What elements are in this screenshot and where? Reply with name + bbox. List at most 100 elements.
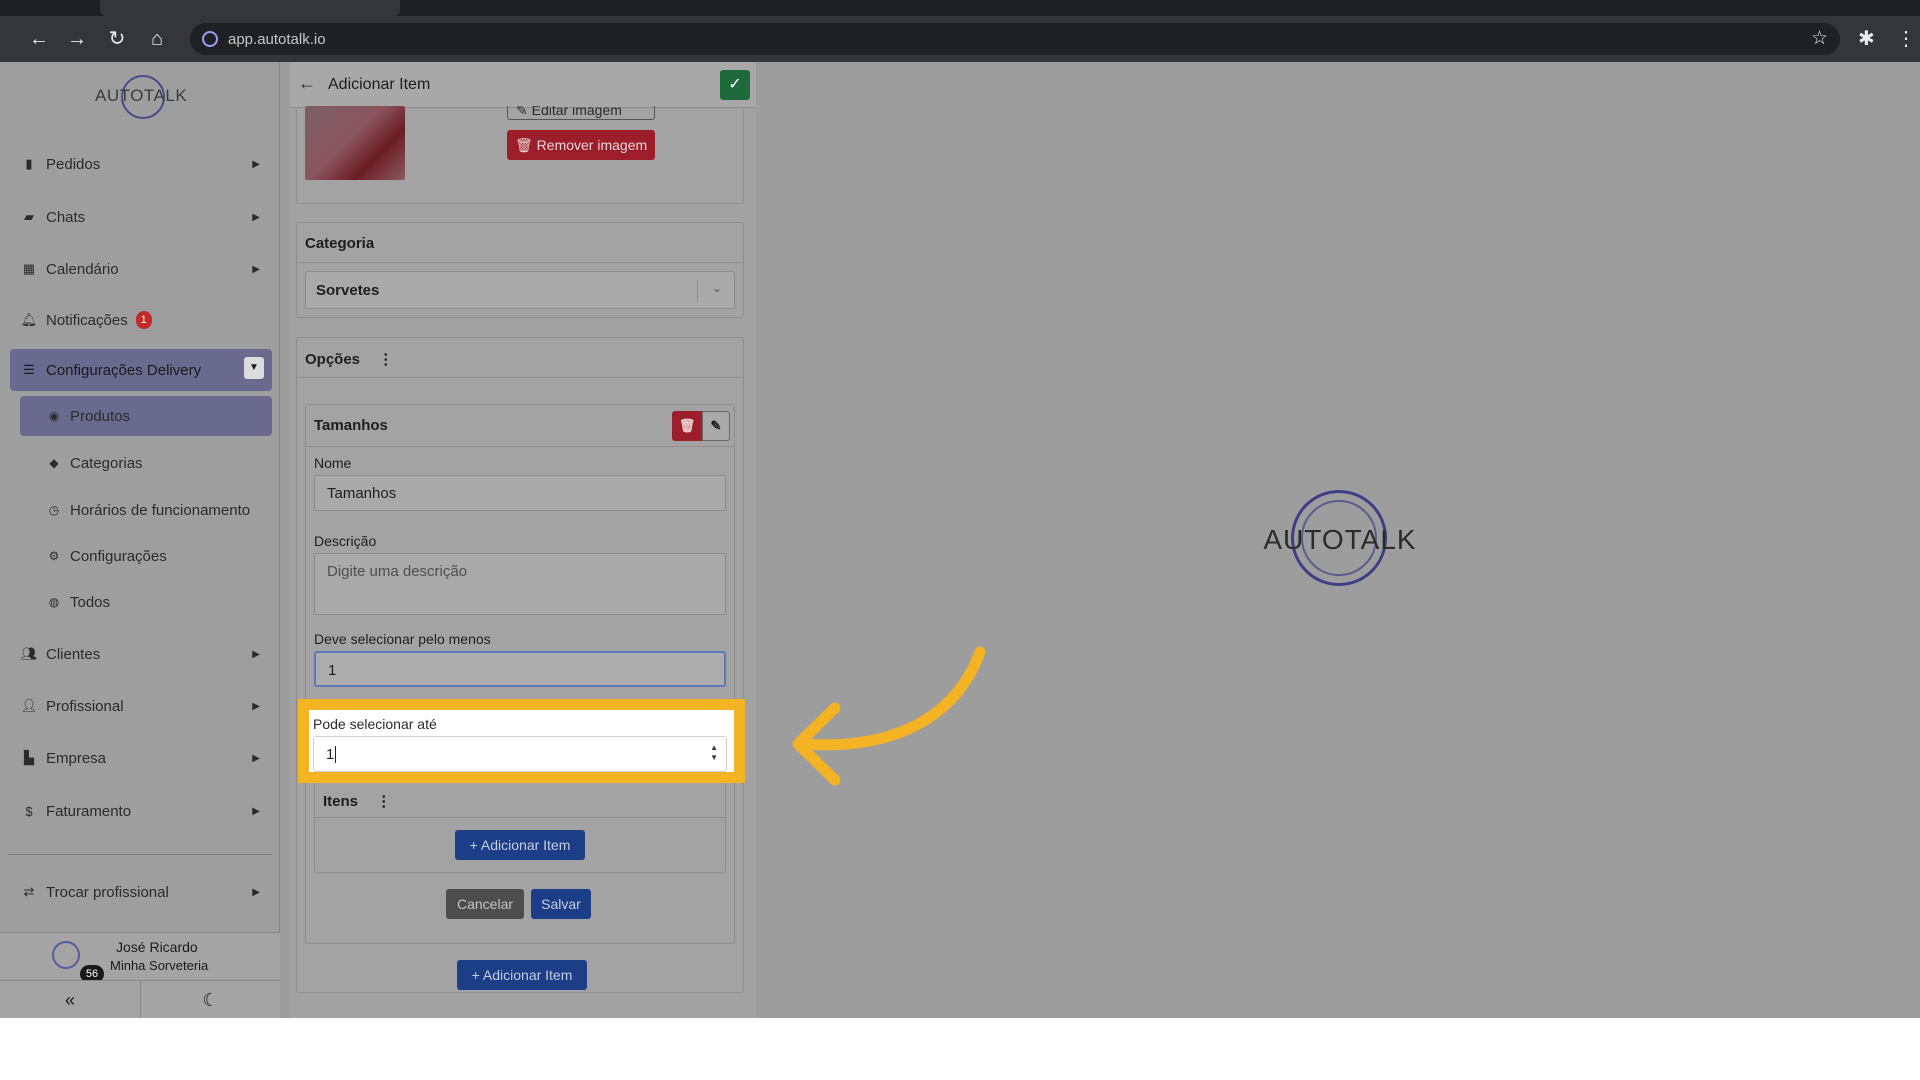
- max-select-input[interactable]: 1 ▲ ▼: [313, 736, 727, 772]
- option-group-card: Tamanhos 🗑︎ ✎ Nome Tamanhos Descrição Di…: [305, 404, 735, 944]
- chat-icon: ▰: [24, 209, 34, 224]
- extensions-icon[interactable]: ✱: [1858, 26, 1875, 51]
- browser-tab[interactable]: [100, 0, 400, 16]
- items-card: Itens ⋮ + Adicionar Item: [314, 781, 726, 873]
- avatar: 56: [42, 935, 104, 983]
- sidebar-subitem-label: Produtos: [70, 407, 131, 425]
- cancel-button[interactable]: Cancelar: [446, 889, 524, 919]
- trash-icon: 🗑︎: [515, 137, 533, 153]
- url-text: app.autotalk.io: [228, 31, 326, 48]
- description-label: Descrição: [314, 533, 377, 549]
- remove-image-button[interactable]: 🗑︎ Remover imagem: [507, 130, 655, 160]
- sidebar-item-label: Calendário: [46, 260, 119, 278]
- page-bottom-area: [0, 1018, 1920, 1080]
- caret-down-icon[interactable]: ▼: [244, 357, 264, 379]
- user-store: Minha Sorveteria: [110, 958, 209, 973]
- sidebar-item-label: Configurações Delivery: [46, 361, 202, 379]
- sidebar-footer: « ☾: [0, 980, 280, 1019]
- sidebar-item-trocar-profissional[interactable]: ⇄ Trocar profissional ▶: [10, 873, 272, 911]
- caret-right-icon: ▶: [252, 211, 260, 223]
- caret-right-icon: ▶: [252, 648, 260, 660]
- confirm-button[interactable]: ✓: [720, 70, 750, 100]
- sidebar-item-label: Trocar profissional: [46, 883, 169, 901]
- add-item-button[interactable]: + Adicionar Item: [457, 960, 587, 990]
- bell-icon: 🔔︎: [20, 312, 38, 327]
- items-menu-icon[interactable]: ⋮: [376, 792, 391, 810]
- add-item-panel: ← Adicionar Item ✓ ✎ Editar imagem 🗑︎ Re…: [290, 62, 756, 1018]
- sidebar-item-empresa[interactable]: ▙ Empresa ▶: [10, 739, 272, 777]
- min-select-label: Deve selecionar pelo menos: [314, 631, 491, 647]
- browser-tabstrip: [0, 0, 1920, 16]
- sidebar-subitem-horarios[interactable]: ◷ Horários de funcionamento: [20, 490, 272, 530]
- min-select-input[interactable]: 1: [314, 651, 726, 687]
- name-label: Nome: [314, 455, 352, 471]
- number-spinner-icon[interactable]: ▲ ▼: [710, 743, 718, 763]
- sidebar-subitem-categorias[interactable]: ◆ Categorias: [20, 443, 272, 483]
- sidebar-item-label: Profissional: [46, 697, 124, 715]
- forward-icon[interactable]: →: [64, 26, 90, 52]
- caret-right-icon: ▶: [252, 805, 260, 817]
- sliders-icon: ☰: [23, 362, 35, 377]
- edit-image-button[interactable]: ✎ Editar imagem: [507, 106, 655, 120]
- dark-mode-icon[interactable]: ☾: [140, 981, 280, 1019]
- delete-option-button[interactable]: 🗑︎: [672, 411, 702, 441]
- panel-header: ← Adicionar Item ✓: [290, 62, 756, 108]
- sidebar-item-chats[interactable]: ▰ Chats ▶: [10, 198, 272, 236]
- clipboard-icon: ▮: [25, 156, 33, 171]
- site-icon: [202, 31, 218, 47]
- browser-menu-icon[interactable]: ⋮: [1896, 26, 1916, 51]
- collapse-sidebar-icon[interactable]: «: [0, 981, 140, 1019]
- sidebar-item-calendario[interactable]: ▦ Calendário ▶: [10, 250, 272, 288]
- sidebar-item-pedidos[interactable]: ▮ Pedidos ▶: [10, 145, 272, 183]
- edit-option-button[interactable]: ✎: [702, 411, 730, 441]
- sidebar-item-label: Clientes: [46, 645, 101, 663]
- reload-icon[interactable]: ↻: [104, 26, 130, 52]
- option-group-header: Tamanhos 🗑︎ ✎: [306, 405, 734, 447]
- back-icon[interactable]: ←: [26, 26, 52, 52]
- sidebar-subitem-produtos[interactable]: ◉ Produtos: [20, 396, 272, 436]
- dollar-icon: $: [25, 803, 33, 819]
- main-content: AUTOTALK: [760, 62, 1920, 1018]
- sidebar-subitem-label: Categorias: [70, 454, 143, 472]
- caret-right-icon: ▶: [252, 752, 260, 764]
- tutorial-arrow-icon: [792, 646, 986, 786]
- app: AUTOTALK ▮ Pedidos ▶ ▰ Chats ▶ ▦ Calendá…: [0, 62, 1920, 1019]
- sidebar-item-clientes[interactable]: 👥︎ Clientes ▶: [10, 635, 272, 673]
- options-menu-icon[interactable]: ⋮: [378, 350, 393, 368]
- options-header: Opções ⋮: [297, 338, 743, 378]
- sidebar-item-configuracoes-delivery[interactable]: ☰ Configurações Delivery ▼: [10, 349, 272, 391]
- sidebar-divider: [8, 854, 272, 855]
- add-item-inner-button[interactable]: + Adicionar Item: [455, 830, 585, 860]
- bookmark-star-icon[interactable]: ☆: [1811, 27, 1828, 50]
- tag-icon: ◉: [48, 409, 60, 423]
- browser-toolbar: ← → ↻ ⌂ app.autotalk.io ☆ ✱ ⋮: [0, 16, 1920, 62]
- user-tie-icon: 👤︎: [20, 698, 38, 713]
- users-switch-icon: ⇄: [23, 884, 35, 899]
- sidebar-logo: AUTOTALK: [95, 72, 187, 122]
- sidebar-item-label: Pedidos: [46, 155, 101, 173]
- back-arrow-icon[interactable]: ←: [298, 73, 316, 94]
- building-icon: ▙: [24, 750, 34, 765]
- caret-right-icon: ▶: [252, 886, 260, 898]
- category-header: Categoria: [297, 223, 743, 263]
- max-select-label: Pode selecionar até: [313, 716, 437, 732]
- sidebar-subitem-label: Todos: [70, 593, 111, 611]
- sidebar-item-profissional[interactable]: 👤︎ Profissional ▶: [10, 687, 272, 725]
- sidebar-subitem-todos[interactable]: ◍ Todos: [20, 582, 272, 622]
- home-icon[interactable]: ⌂: [144, 26, 170, 52]
- category-select[interactable]: Sorvetes ⌄: [305, 271, 735, 309]
- sidebar-subitem-configuracoes[interactable]: ⚙ Configurações: [20, 536, 272, 576]
- address-bar[interactable]: app.autotalk.io ☆: [190, 23, 1840, 55]
- sidebar-item-faturamento[interactable]: $ Faturamento ▶: [10, 792, 272, 830]
- product-image: [305, 106, 405, 180]
- main-logo: AUTOTALK: [1255, 490, 1425, 590]
- sidebar-item-notificacoes[interactable]: 🔔︎ Notificações 1: [10, 301, 272, 339]
- user-profile[interactable]: 56 José Ricardo Minha Sorveteria: [0, 932, 280, 983]
- tag-icon: ◆: [49, 456, 59, 470]
- sidebar-item-label: Faturamento: [46, 802, 132, 820]
- calendar-icon: ▦: [22, 261, 36, 276]
- description-textarea[interactable]: Digite uma descrição: [314, 553, 726, 615]
- sidebar-subitem-label: Configurações: [70, 547, 167, 565]
- save-button[interactable]: Salvar: [531, 889, 591, 919]
- name-input[interactable]: Tamanhos: [314, 475, 726, 511]
